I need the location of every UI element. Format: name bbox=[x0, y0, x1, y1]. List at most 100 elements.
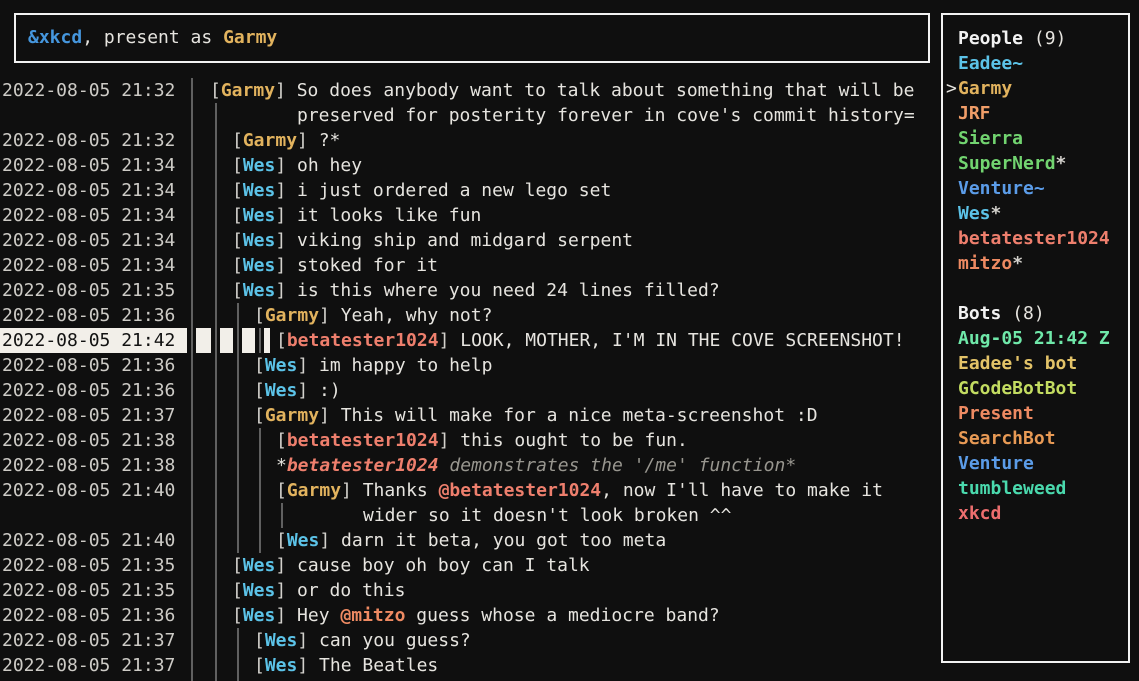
message-text: preserved for posterity forever in cove'… bbox=[297, 105, 915, 126]
bot-list-item[interactable]: Eadee's bot bbox=[943, 351, 1128, 376]
message-text: [ bbox=[254, 630, 265, 651]
member-name: JRF bbox=[958, 103, 991, 124]
nick: Garmy bbox=[221, 80, 275, 101]
user-list-item[interactable]: mitzo* bbox=[943, 251, 1128, 276]
chat-message-row[interactable]: 2022-08-05 21:36[Wes] Hey @mitzo guess w… bbox=[0, 603, 941, 628]
chat-message-row[interactable]: 2022-08-05 21:34[Wes] it looks like fun bbox=[0, 203, 941, 228]
user-list-item[interactable]: Wes* bbox=[943, 201, 1128, 226]
message-text: [ bbox=[254, 655, 265, 676]
member-name: Sierra bbox=[958, 128, 1023, 149]
message-text: this ought to be fun. bbox=[460, 430, 688, 451]
timestamp: 2022-08-05 21:35 bbox=[2, 278, 175, 303]
section-title: People bbox=[958, 28, 1023, 49]
user-list-item[interactable]: Sierra bbox=[943, 126, 1128, 151]
chat-message-row[interactable]: 2022-08-05 21:38[betatester1024] this ou… bbox=[0, 428, 941, 453]
message-text: ] bbox=[297, 380, 319, 401]
message: [Wes] cause boy oh boy can I talk bbox=[232, 553, 590, 578]
message-text: ?* bbox=[319, 130, 341, 151]
message-text: [ bbox=[254, 355, 265, 376]
user-list-item[interactable]: betatester1024 bbox=[943, 226, 1128, 251]
message: [betatester1024] LOOK, MOTHER, I'M IN TH… bbox=[276, 328, 905, 353]
message: [Garmy] Thanks @betatester1024, now I'll… bbox=[276, 478, 883, 503]
section-count: (8) bbox=[1001, 303, 1044, 324]
member-sidebar: People (9)Eadee~>GarmyJRFSierraSuperNerd… bbox=[941, 13, 1130, 663]
message-text: oh hey bbox=[297, 155, 362, 176]
message-text: i just ordered a new lego set bbox=[297, 180, 611, 201]
message-text: im happy to help bbox=[319, 355, 492, 376]
chat-message-row[interactable]: 2022-08-05 21:36[Garmy] Yeah, why not? bbox=[0, 303, 941, 328]
message-text: [ bbox=[254, 405, 265, 426]
bot-list-item[interactable]: tumbleweed bbox=[943, 476, 1128, 501]
nick: betatester1024 bbox=[287, 455, 439, 476]
message-text: ] bbox=[275, 80, 297, 101]
chat-message-row[interactable]: 2022-08-05 21:34[Wes] oh hey bbox=[0, 153, 941, 178]
chat-message-row[interactable]: 2022-08-05 21:34[Wes] i just ordered a n… bbox=[0, 178, 941, 203]
message-text: [ bbox=[276, 330, 287, 351]
member-name: xkcd bbox=[958, 503, 1001, 524]
status-suffix: ~ bbox=[1012, 53, 1023, 74]
chat-message-row[interactable]: 2022-08-05 21:36[Wes] :) bbox=[0, 378, 941, 403]
chat-message-row[interactable]: 2022-08-05 21:37[Wes] The Beatles bbox=[0, 653, 941, 678]
message: [Wes] oh hey bbox=[232, 153, 362, 178]
timestamp: 2022-08-05 21:38 bbox=[2, 453, 175, 478]
chat-message-row[interactable]: 2022-08-05 21:36 [Wes] im happy to help bbox=[0, 353, 941, 378]
user-list-item[interactable]: >Garmy bbox=[943, 76, 1128, 101]
nick: betatester1024 bbox=[287, 430, 439, 451]
message-text: LOOK, MOTHER, I'M IN THE COVE SCREENSHOT… bbox=[460, 330, 904, 351]
message-text: [ bbox=[232, 255, 243, 276]
nick: @betatester1024 bbox=[439, 480, 602, 501]
message-text: ] bbox=[275, 180, 297, 201]
message-text: ] bbox=[297, 355, 319, 376]
chat-message-row[interactable]: 2022-08-05 21:34[Wes] viking ship and mi… bbox=[0, 228, 941, 253]
bot-list-item[interactable]: Aug-05 21:42 Z bbox=[943, 326, 1128, 351]
message: [Wes] viking ship and midgard serpent bbox=[232, 228, 633, 253]
timestamp: 2022-08-05 21:35 bbox=[2, 553, 175, 578]
member-name: Eadee bbox=[958, 53, 1012, 74]
chat-message-row[interactable]: 2022-08-05 21:38*betatester1024 demonstr… bbox=[0, 453, 941, 478]
chat-message-row[interactable]: 2022-08-05 21:37 [Garmy] This will make f… bbox=[0, 403, 941, 428]
status-suffix: * bbox=[1012, 253, 1023, 274]
message: [Garmy] This will make for a nice meta-s… bbox=[254, 403, 818, 428]
chat-message-row[interactable]: 2022-08-05 21:35[Wes] or do this bbox=[0, 578, 941, 603]
timestamp: 2022-08-05 21:37 bbox=[2, 403, 175, 428]
chat-message-row-selected[interactable]: 2022-08-05 21:42[betatester1024] LOOK, M… bbox=[0, 328, 941, 353]
user-list-item[interactable]: SuperNerd* bbox=[943, 151, 1128, 176]
chat-message-row[interactable]: preserved for posterity forever in cove'… bbox=[0, 103, 941, 128]
message-text: Thanks bbox=[363, 480, 439, 501]
bots-section-header: Bots (8) bbox=[943, 301, 1128, 326]
message: preserved for posterity forever in cove'… bbox=[297, 103, 915, 128]
bot-list-item[interactable]: Present bbox=[943, 401, 1128, 426]
chat-message-row[interactable]: 2022-08-05 21:35 [Wes] cause boy oh boy c… bbox=[0, 553, 941, 578]
bot-list-item[interactable]: Venture bbox=[943, 451, 1128, 476]
chat-message-row[interactable]: 2022-08-05 21:35[Wes] is this where you … bbox=[0, 278, 941, 303]
message-text: [ bbox=[232, 155, 243, 176]
chat-message-row[interactable]: 2022-08-05 21:40[Wes] darn it beta, you … bbox=[0, 528, 941, 553]
chat-message-row[interactable]: 2022-08-05 21:32[Garmy] ?* bbox=[0, 128, 941, 153]
presence-nick: Garmy bbox=[223, 27, 277, 48]
member-name: SuperNerd bbox=[958, 153, 1056, 174]
timestamp: 2022-08-05 21:36 bbox=[2, 353, 175, 378]
message: [Wes] i just ordered a new lego set bbox=[232, 178, 611, 203]
highlight-strip bbox=[264, 328, 270, 353]
bot-list-item[interactable]: xkcd bbox=[943, 501, 1128, 526]
app-window: { "palette": { "bg": "#0f0f0f", "border"… bbox=[0, 0, 1139, 681]
chat-message-row[interactable]: 2022-08-05 21:37[Wes] can you guess? bbox=[0, 628, 941, 653]
bot-list-item[interactable]: GCodeBotBot bbox=[943, 376, 1128, 401]
user-list-item[interactable]: Eadee~ bbox=[943, 51, 1128, 76]
message-text: ] bbox=[341, 480, 363, 501]
member-name: Venture bbox=[958, 453, 1034, 474]
bot-list-item[interactable]: SearchBot bbox=[943, 426, 1128, 451]
message-text: ] bbox=[275, 280, 297, 301]
nick: Wes bbox=[243, 280, 276, 301]
message: [Wes] im happy to help bbox=[254, 353, 492, 378]
user-list-item[interactable]: JRF bbox=[943, 101, 1128, 126]
nick: @mitzo bbox=[340, 605, 405, 626]
member-name: GCodeBotBot bbox=[958, 378, 1077, 399]
message: [Garmy] So does anybody want to talk abo… bbox=[210, 78, 914, 103]
chat-message-row[interactable]: 2022-08-05 21:32[Garmy] So does anybody … bbox=[0, 78, 941, 103]
chat-message-row[interactable]: 2022-08-05 21:34[Wes] stoked for it bbox=[0, 253, 941, 278]
message-text: [ bbox=[210, 80, 221, 101]
chat-message-row[interactable]: 2022-08-05 21:40[Garmy] Thanks @betatest… bbox=[0, 478, 941, 503]
chat-message-row[interactable]: wider so it doesn't look broken ^^ bbox=[0, 503, 941, 528]
user-list-item[interactable]: Venture~ bbox=[943, 176, 1128, 201]
